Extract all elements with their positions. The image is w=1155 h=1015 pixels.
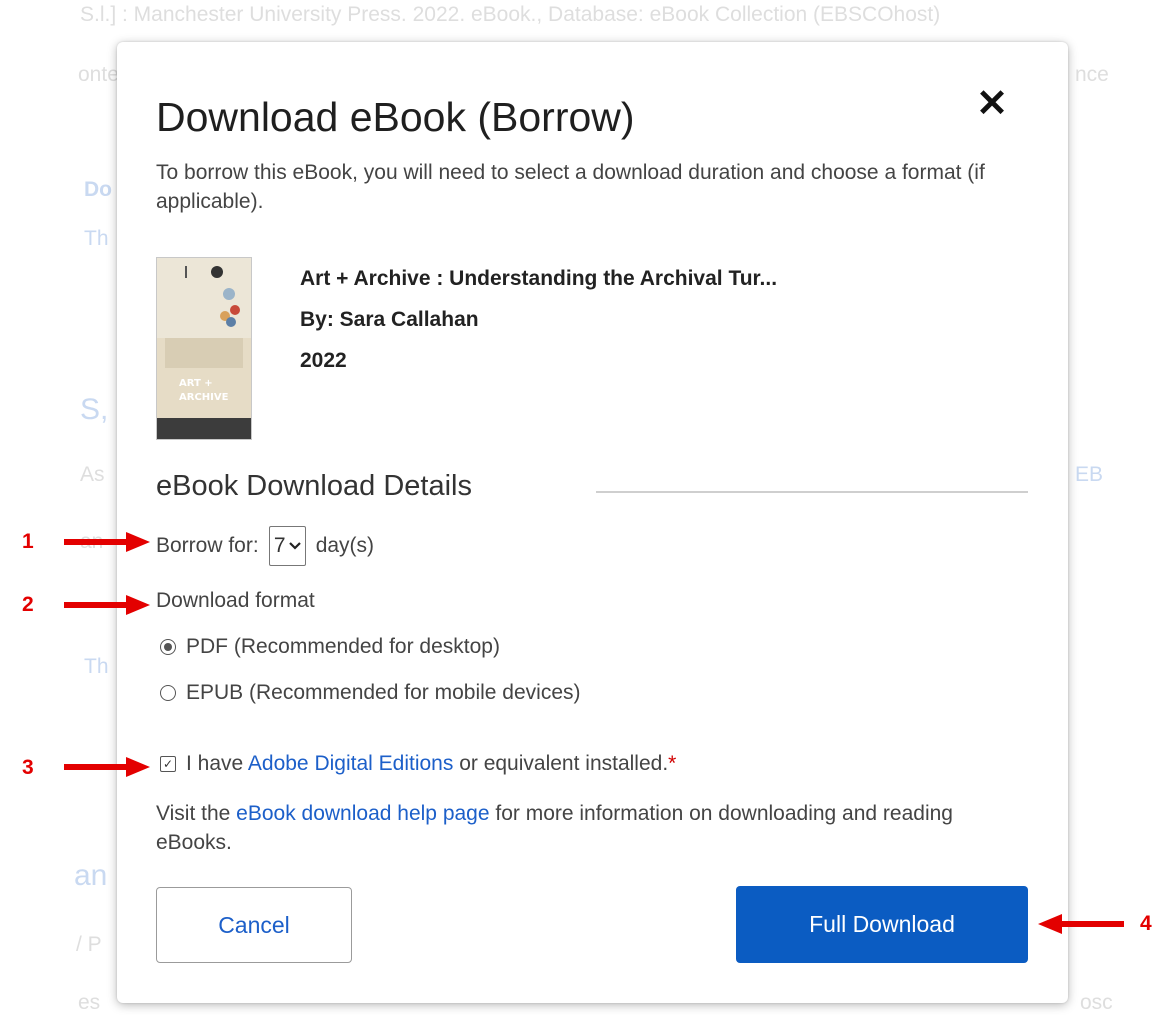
book-title: Art + Archive : Understanding the Archiv…	[300, 267, 778, 290]
cancel-button[interactable]: Cancel	[156, 887, 352, 963]
book-cover-image: ART + ARCHIVE	[156, 257, 252, 440]
ebook-help-page-link[interactable]: eBook download help page	[236, 802, 489, 825]
bg-text: osc	[1080, 991, 1113, 1014]
radio-unselected-icon[interactable]	[160, 685, 176, 701]
bg-heading: an	[74, 859, 108, 892]
right-arrow-icon	[64, 532, 150, 552]
bg-heading: S,	[80, 393, 109, 426]
bg-text: As	[80, 463, 105, 486]
section-heading: eBook Download Details	[156, 470, 472, 502]
svg-text:ART +: ART +	[179, 378, 213, 389]
confirm-text: I have Adobe Digital Editions or equival…	[186, 752, 676, 776]
dialog-intro: To borrow this eBook, you will need to s…	[156, 161, 985, 213]
close-icon[interactable]: ✕	[972, 84, 1012, 124]
bg-text: EB	[1075, 463, 1104, 486]
left-arrow-icon	[1038, 914, 1124, 934]
annotation-number: 3	[22, 756, 34, 779]
bg-text: Th	[84, 655, 109, 678]
bg-citation-line: S.l.] : Manchester University Press. 202…	[80, 3, 941, 26]
svg-text:ARCHIVE: ARCHIVE	[179, 392, 229, 403]
book-author: By: Sara Callahan	[300, 308, 479, 331]
checkbox-checked-icon[interactable]: ✓	[160, 756, 176, 772]
help-prefix: Visit the	[156, 802, 237, 825]
annotation-number: 2	[22, 593, 34, 616]
software-confirm-row[interactable]: ✓ I have Adobe Digital Editions or equiv…	[160, 752, 676, 776]
bg-text: onte	[78, 63, 119, 86]
borrow-duration-row: Borrow for: 7 day(s)	[156, 526, 374, 566]
borrow-days-select[interactable]: 7	[268, 526, 306, 566]
download-format-label: Download format	[156, 589, 315, 612]
format-option-pdf[interactable]: PDF (Recommended for desktop)	[160, 635, 500, 659]
right-arrow-icon	[64, 757, 150, 777]
format-option-label: EPUB (Recommended for mobile devices)	[186, 681, 581, 704]
format-option-epub[interactable]: EPUB (Recommended for mobile devices)	[160, 681, 581, 705]
adobe-digital-editions-link[interactable]: Adobe Digital Editions	[248, 752, 453, 775]
bg-text: nce	[1075, 63, 1109, 86]
borrow-label: Borrow for:	[156, 534, 259, 557]
borrow-unit: day(s)	[315, 534, 375, 557]
bg-text: Th	[84, 227, 109, 250]
confirm-prefix: I have	[186, 752, 248, 775]
full-download-button[interactable]: Full Download	[736, 886, 1028, 963]
confirm-suffix: or equivalent installed.	[453, 752, 669, 775]
annotation-number: 4	[1140, 912, 1152, 935]
book-year: 2022	[300, 349, 347, 372]
download-ebook-dialog: Download eBook (Borrow) ✕ To borrow this…	[117, 42, 1068, 1003]
dialog-title: Download eBook (Borrow)	[156, 94, 635, 140]
radio-selected-icon[interactable]	[160, 639, 176, 655]
required-marker: *	[668, 752, 677, 775]
borrow-days-value: 7	[273, 534, 286, 557]
annotation-number: 1	[22, 530, 34, 553]
book-cover-art: ART + ARCHIVE	[157, 258, 251, 439]
bg-heading: Do	[84, 178, 112, 201]
format-option-label: PDF (Recommended for desktop)	[186, 635, 500, 658]
bg-text: es	[78, 991, 101, 1014]
section-divider	[596, 491, 1028, 493]
bg-text: / P	[76, 933, 102, 956]
right-arrow-icon	[64, 595, 150, 615]
help-text: Visit the eBook download help page for m…	[156, 799, 956, 857]
chevron-down-icon	[288, 542, 301, 550]
